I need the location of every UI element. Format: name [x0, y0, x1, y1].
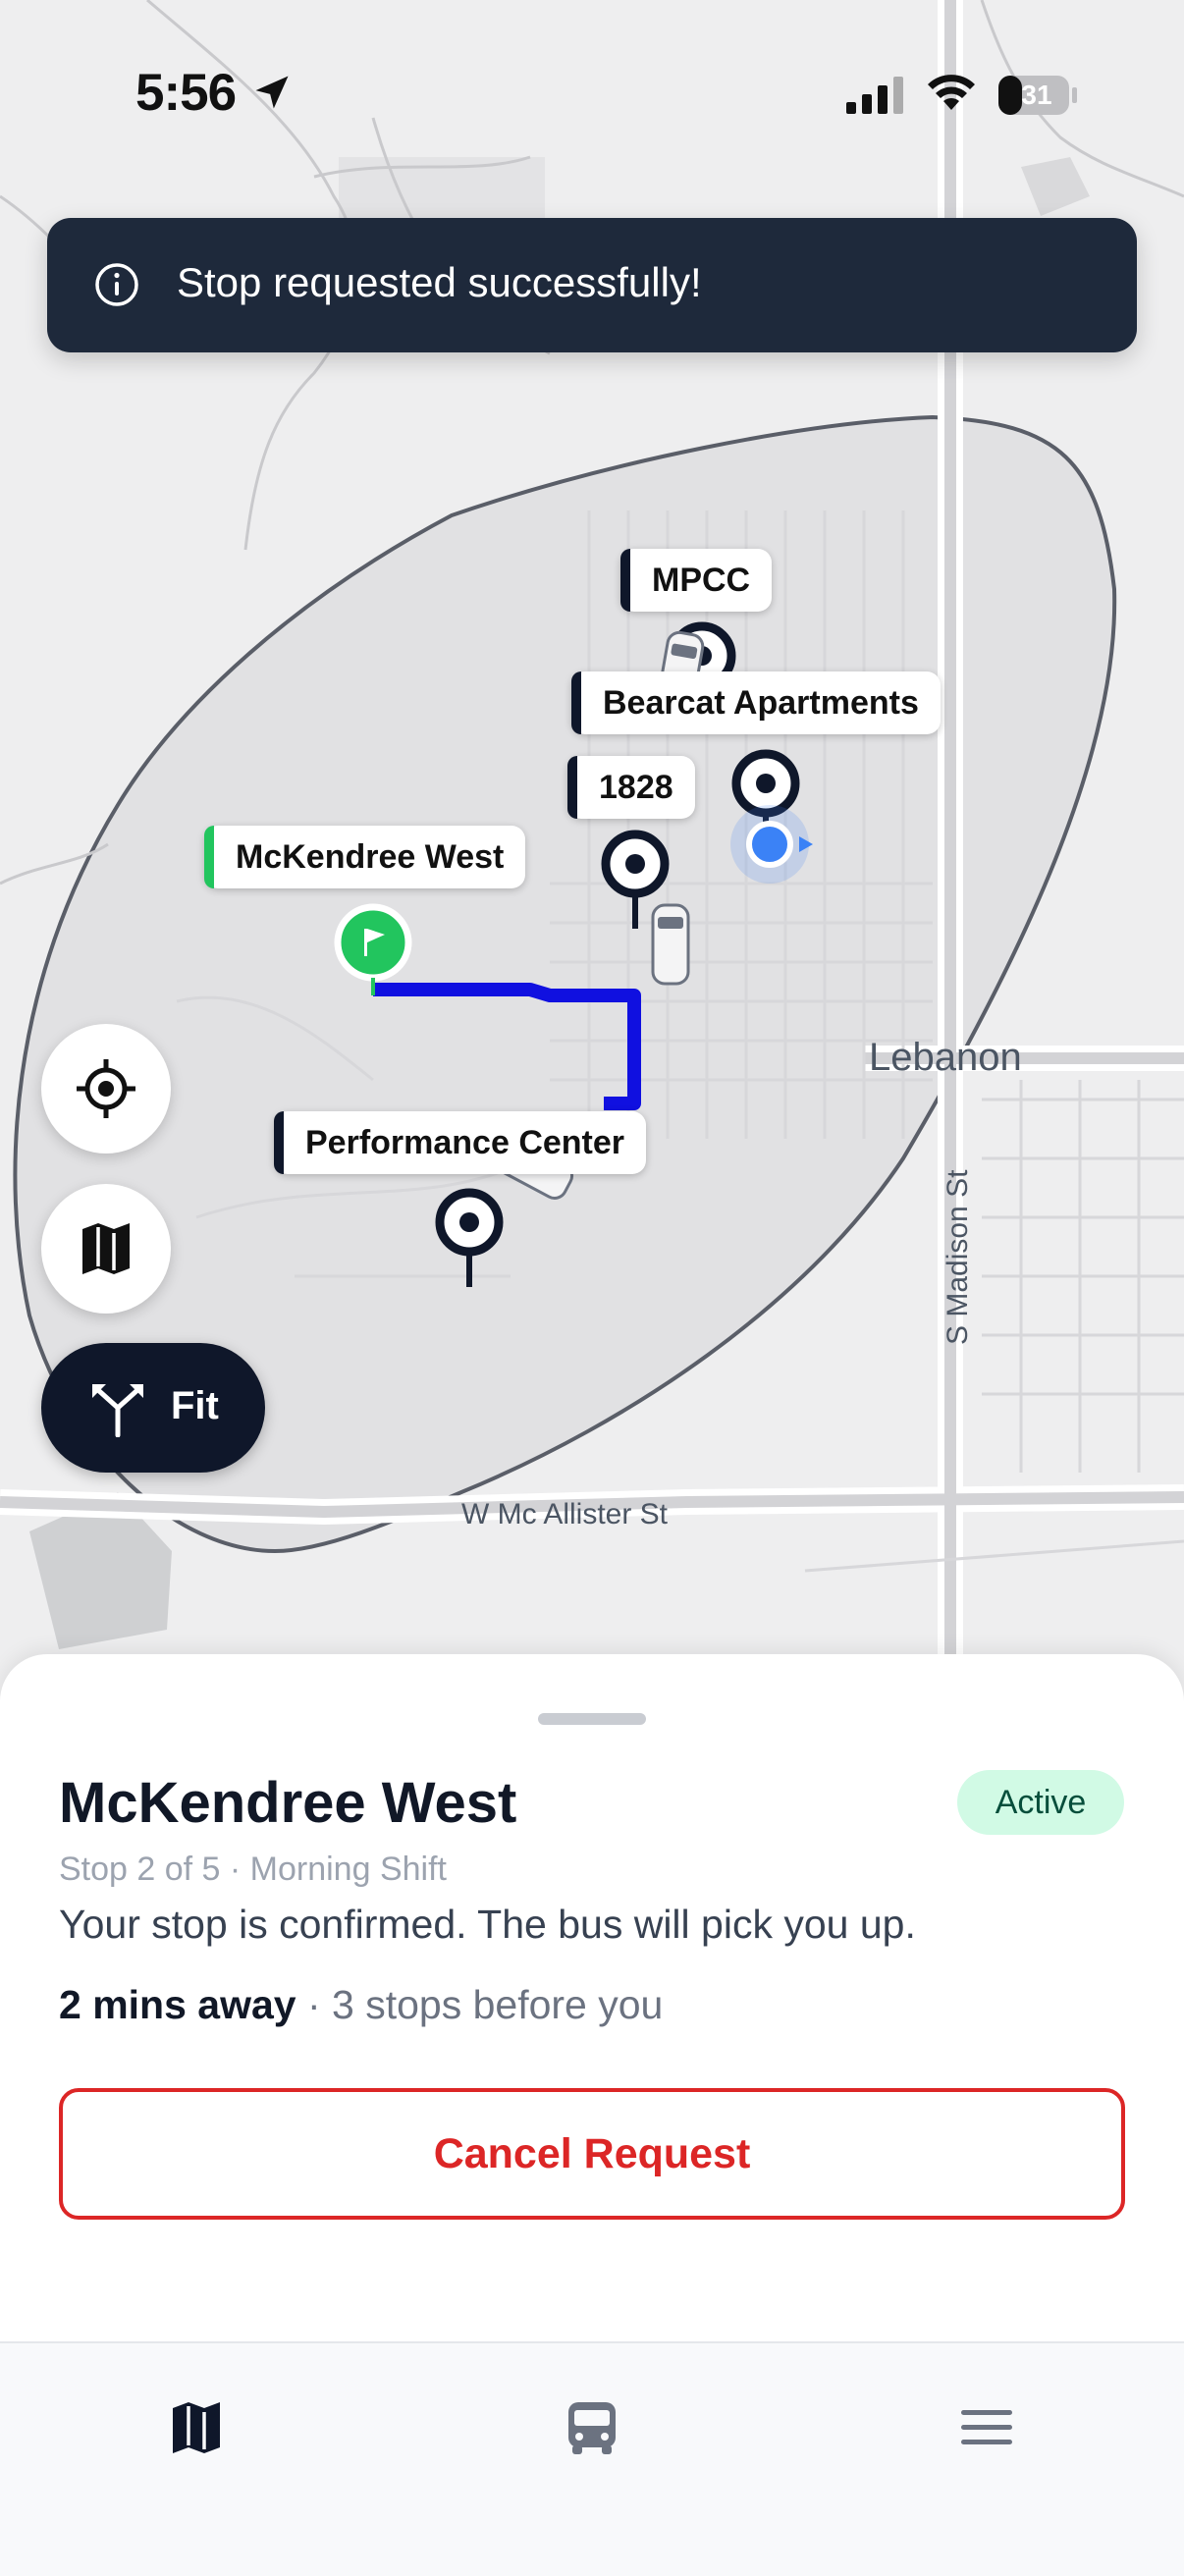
map-icon	[82, 1223, 130, 1274]
tab-bar	[0, 2341, 1184, 2576]
fit-arrows-icon	[92, 1384, 143, 1437]
tab-bus[interactable]	[533, 2369, 651, 2487]
sheet-drag-handle[interactable]	[538, 1713, 646, 1725]
info-icon	[95, 263, 138, 306]
stop-label-text: Performance Center	[305, 1124, 625, 1161]
stop-label-text: MPCC	[652, 562, 751, 599]
crosshair-icon	[77, 1059, 135, 1118]
stop-meta: Stop 2 of 5 · Morning Shift	[59, 1851, 447, 1888]
stop-label-mckendree-west[interactable]: McKendree West	[204, 826, 526, 888]
stop-label-bearcat-apartments[interactable]: Bearcat Apartments	[571, 671, 941, 734]
stop-label-text: McKendree West	[236, 838, 505, 876]
eta-stops: · 3 stops before you	[296, 1982, 664, 2027]
stop-title: McKendree West	[59, 1771, 517, 1835]
stop-message: Your stop is confirmed. The bus will pic…	[59, 1902, 916, 1947]
stop-label-performance-center[interactable]: Performance Center	[274, 1111, 647, 1174]
toast-message: Stop requested successfully!	[177, 259, 702, 305]
map-city-label: Lebanon	[869, 1036, 1022, 1079]
battery-level: 31	[1021, 80, 1052, 110]
map-street-label: S Madison St	[942, 1169, 974, 1345]
map-icon	[173, 2402, 220, 2453]
cancel-request-button[interactable]: Cancel Request	[59, 2088, 1125, 2220]
eta-line: 2 mins away · 3 stops before you	[59, 1982, 663, 2028]
cellular-signal-icon	[846, 77, 903, 114]
stop-label-1828[interactable]: 1828	[567, 756, 695, 819]
bus-icon	[568, 2402, 616, 2454]
location-arrow-icon	[255, 76, 289, 109]
tab-map[interactable]	[137, 2369, 255, 2487]
map-layers-button[interactable]	[41, 1184, 171, 1314]
bus-vehicle-icon	[651, 903, 690, 986]
stop-label-mpcc[interactable]: MPCC	[620, 549, 773, 612]
eta-time: 2 mins away	[59, 1982, 296, 2027]
status-badge: Active	[957, 1770, 1124, 1835]
status-bar: 5:56 31	[0, 0, 1184, 187]
fit-button[interactable]: Fit	[41, 1343, 265, 1473]
success-toast[interactable]: Stop requested successfully!	[47, 218, 1137, 352]
clock: 5:56	[135, 64, 237, 122]
map-street-label: W Mc Allister St	[461, 1498, 669, 1530]
stop-label-text: Bearcat Apartments	[603, 684, 919, 722]
stop-details-sheet: McKendree West Active Stop 2 of 5 · Morn…	[0, 1654, 1184, 2341]
wifi-icon	[928, 75, 975, 110]
fit-label: Fit	[171, 1384, 219, 1427]
menu-icon	[961, 2410, 1012, 2444]
recenter-button[interactable]	[41, 1024, 171, 1154]
tab-menu[interactable]	[928, 2369, 1046, 2487]
stop-label-text: 1828	[599, 769, 673, 806]
